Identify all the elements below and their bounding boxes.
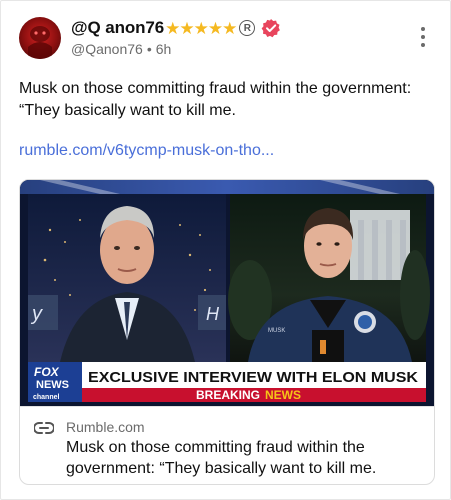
fox-logo-line2: NEWS [36, 379, 69, 391]
link-preview-card[interactable]: y H MUSK FOX NEWS channel EXCLUSIVE INTE… [19, 179, 435, 485]
chain-link-icon [34, 422, 54, 434]
author-display-name[interactable]: @Q anon76 [71, 18, 164, 38]
verified-badge-icon [261, 18, 281, 38]
fox-logo-line3: channel [33, 394, 60, 401]
star-icon: ★ [165, 18, 181, 38]
fox-logo-line1: FOX [34, 365, 60, 379]
post-timestamp[interactable]: 6h [156, 41, 172, 57]
author-name-row: @Q anon76 ★ ★ ★ ★ ★ R [71, 17, 281, 39]
registered-mark-icon: R [239, 20, 256, 36]
link-preview-footer[interactable]: Rumble.com Musk on those committing frau… [20, 406, 434, 484]
chyron-headline: EXCLUSIVE INTERVIEW WITH ELON MUSK [88, 369, 418, 386]
left-edge-text: y [30, 303, 43, 325]
author-meta: @Qanon76 • 6h [71, 41, 171, 57]
card-title[interactable]: Musk on those committing fraud within th… [66, 437, 422, 479]
jacket-patch-text: MUSK [268, 328, 285, 334]
video-thumbnail[interactable]: y H MUSK FOX NEWS channel EXCLUSIVE INTE… [20, 180, 434, 406]
author-handle[interactable]: @Qanon76 [71, 41, 143, 57]
banner-right-text: NEWS [265, 388, 301, 402]
post-link[interactable]: rumble.com/v6tycmp-musk-on-tho... [19, 142, 274, 160]
rating-stars: ★ ★ ★ ★ ★ [165, 18, 238, 38]
star-icon: ★ [207, 18, 224, 38]
avatar[interactable] [19, 17, 61, 59]
card-domain: Rumble.com [66, 419, 145, 435]
star-icon: ★ [193, 18, 209, 38]
star-icon: ★ [179, 18, 195, 38]
star-icon: ★ [222, 18, 238, 38]
vertical-ellipsis-icon[interactable] [415, 27, 431, 51]
banner-left-text: BREAKING [196, 388, 260, 402]
meta-separator: • [146, 41, 152, 57]
post-text: Musk on those committing fraud within th… [19, 80, 412, 119]
right-edge-text: H [206, 304, 220, 324]
post-card-container: @Q anon76 ★ ★ ★ ★ ★ R @Qanon76 • 6h Musk o… [0, 0, 451, 500]
